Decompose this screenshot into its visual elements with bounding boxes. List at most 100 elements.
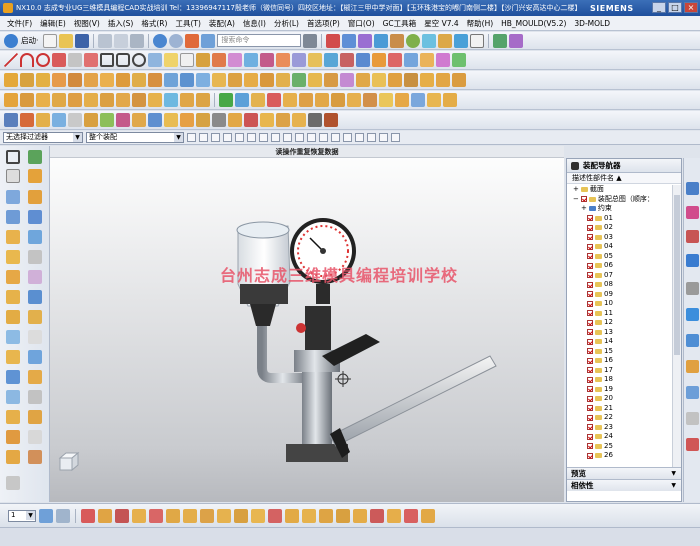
pattern-feature-icon[interactable] — [292, 73, 306, 87]
redo-icon[interactable] — [169, 33, 184, 48]
tree-item[interactable]: 17 — [567, 366, 673, 376]
tree-item[interactable]: + 约束 — [567, 204, 673, 214]
sew-icon[interactable] — [436, 73, 450, 87]
offset-curve-icon[interactable] — [196, 53, 210, 67]
draft-body-icon[interactable] — [411, 93, 425, 107]
divide-curve-icon[interactable] — [308, 53, 322, 67]
checkbox-icon[interactable] — [587, 243, 593, 250]
project-curve-icon[interactable] — [212, 53, 226, 67]
assembly-sequence-icon[interactable] — [234, 508, 248, 523]
interference-icon[interactable] — [421, 508, 435, 523]
add-component-icon[interactable] — [81, 508, 95, 523]
text-icon[interactable] — [180, 53, 194, 67]
check-clearance-icon[interactable] — [217, 508, 231, 523]
chevron-down-icon[interactable]: ▼ — [174, 133, 183, 142]
left-tool-24-icon[interactable] — [28, 410, 42, 424]
checkbox-icon[interactable] — [587, 253, 593, 260]
edit-parameters-icon[interactable] — [235, 93, 249, 107]
reuse-library-icon[interactable] — [686, 206, 699, 219]
revolve-icon[interactable] — [36, 73, 50, 87]
search-icon[interactable] — [303, 33, 318, 48]
extract-geometry-icon[interactable] — [347, 93, 361, 107]
snap-tangent-icon[interactable] — [343, 133, 352, 142]
emboss-icon[interactable] — [395, 93, 409, 107]
sprue-icon[interactable] — [68, 113, 82, 127]
tree-item[interactable]: 25 — [567, 442, 673, 452]
repeat-command-icon[interactable] — [185, 33, 200, 48]
assembly-constraint-icon[interactable] — [115, 508, 129, 523]
snap-off-icon[interactable] — [355, 133, 364, 142]
tree-item[interactable]: 07 — [567, 271, 673, 281]
insert-icon[interactable] — [132, 113, 146, 127]
work-layer-icon[interactable] — [454, 33, 469, 48]
scale-curve-icon[interactable] — [420, 53, 434, 67]
menu-gc-toolbox[interactable]: GC工具箱 — [379, 18, 421, 29]
arrangement-icon[interactable] — [404, 508, 418, 523]
checkbox-icon[interactable] — [587, 310, 593, 317]
left-tool-10-icon[interactable] — [28, 270, 42, 284]
delete-part-icon[interactable] — [244, 113, 258, 127]
resize-blend-icon[interactable] — [68, 93, 82, 107]
tree-item[interactable]: 20 — [567, 394, 673, 404]
component-properties-icon[interactable] — [353, 508, 367, 523]
polygon-icon[interactable] — [116, 53, 130, 67]
sketch-icon[interactable] — [4, 73, 18, 87]
snap-center-icon[interactable] — [247, 133, 256, 142]
chamfer-icon[interactable] — [228, 73, 242, 87]
selection-scope-select[interactable]: 整个装配 ▼ — [86, 132, 184, 143]
section-curve-icon[interactable] — [372, 53, 386, 67]
menu-assembly[interactable]: 装配(A) — [205, 18, 239, 29]
left-tool-13-icon[interactable] — [6, 310, 20, 324]
standard-part-icon[interactable] — [196, 113, 210, 127]
menu-info[interactable]: 信息(I) — [239, 18, 270, 29]
menu-insert[interactable]: 插入(S) — [104, 18, 138, 29]
reorder-icon[interactable] — [315, 93, 329, 107]
mirror-feature-icon[interactable] — [308, 73, 322, 87]
trim-body-icon[interactable] — [324, 73, 338, 87]
nx-open-icon[interactable] — [324, 113, 338, 127]
draft-icon[interactable] — [260, 73, 274, 87]
roles-icon[interactable] — [686, 386, 699, 399]
menu-analysis[interactable]: 分析(L) — [270, 18, 303, 29]
snap-quadrant-icon[interactable] — [259, 133, 268, 142]
mirror-curve-icon[interactable] — [388, 53, 402, 67]
replace-face-icon[interactable] — [52, 93, 66, 107]
menu-3d-mold[interactable]: 3D-MOLD — [570, 19, 614, 28]
remember-constraints-icon[interactable] — [268, 508, 282, 523]
system-scenes-icon[interactable] — [686, 412, 699, 425]
datum-csys-icon[interactable] — [28, 169, 42, 183]
menu-xingkong[interactable]: 星空 V7.4 — [420, 18, 462, 29]
left-tool-8-icon[interactable] — [28, 250, 42, 264]
zoom-icon[interactable] — [342, 33, 357, 48]
checkbox-icon[interactable] — [587, 376, 593, 383]
check-icon[interactable] — [219, 93, 233, 107]
edge-blend-icon[interactable] — [212, 73, 226, 87]
wcs-icon[interactable] — [509, 33, 524, 48]
tree-item[interactable]: 04 — [567, 242, 673, 252]
point-icon[interactable] — [68, 53, 82, 67]
checkbox-icon[interactable] — [587, 272, 593, 279]
select-box-icon[interactable] — [6, 150, 20, 164]
make-tangent-icon[interactable] — [196, 93, 210, 107]
checkbox-icon[interactable] — [587, 452, 593, 459]
new-component-icon[interactable] — [98, 508, 112, 523]
checkbox-icon[interactable] — [587, 405, 593, 412]
left-tool-20-icon[interactable] — [28, 370, 42, 384]
manufacturing-wizard-icon[interactable] — [686, 360, 699, 373]
left-tool-9-icon[interactable] — [6, 270, 20, 284]
left-tool-22-icon[interactable] — [28, 390, 42, 404]
curve-analysis-icon[interactable] — [436, 53, 450, 67]
tool-icon[interactable] — [308, 113, 322, 127]
tree-item[interactable]: 05 — [567, 252, 673, 262]
hole-icon[interactable] — [52, 73, 66, 87]
snap-grid-icon[interactable] — [367, 133, 376, 142]
open-folder-icon[interactable] — [59, 33, 74, 48]
left-tool-15-icon[interactable] — [6, 330, 20, 344]
arc-icon[interactable] — [20, 53, 34, 67]
checkbox-icon[interactable] — [587, 395, 593, 402]
snap-control-icon[interactable] — [223, 133, 232, 142]
tree-item[interactable]: 15 — [567, 347, 673, 357]
web-browser-icon[interactable] — [686, 254, 699, 267]
pull-face-icon[interactable] — [20, 93, 34, 107]
component-pattern-icon[interactable] — [166, 508, 180, 523]
